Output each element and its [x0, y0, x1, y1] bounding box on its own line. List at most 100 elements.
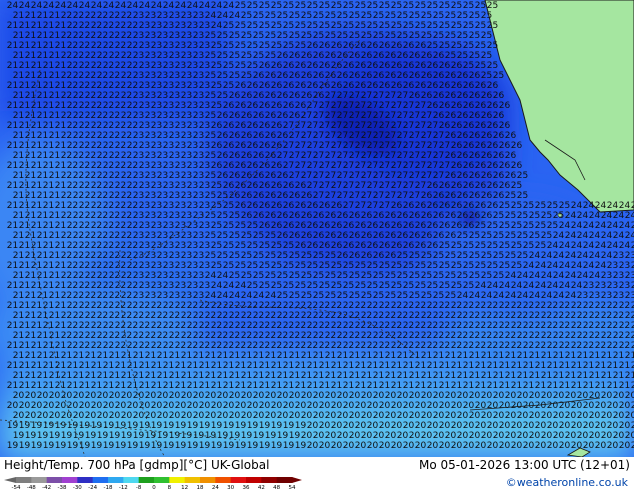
- contour-label: 23: [169, 231, 180, 241]
- contour-label: 23: [145, 231, 156, 241]
- contour-label: 23: [175, 141, 186, 151]
- contour-label: 26: [469, 131, 481, 141]
- contour-label: 21: [103, 381, 114, 391]
- contour-label: 25: [415, 21, 426, 31]
- contour-label: 26: [487, 161, 499, 171]
- contour-label: 26: [409, 71, 421, 81]
- contour-label: 25: [463, 261, 474, 271]
- contour-label: 21: [109, 351, 120, 361]
- contour-label: 20: [13, 391, 25, 401]
- contour-label: 21: [49, 111, 60, 121]
- contour-label: 26: [217, 151, 229, 161]
- contour-label: 21: [55, 41, 66, 51]
- contour-label: 20: [589, 431, 601, 441]
- contour-label: 23: [583, 281, 594, 291]
- contour-label: 26: [469, 171, 481, 181]
- contour-label: 20: [73, 391, 85, 401]
- contour-label: 25: [433, 271, 444, 281]
- contour-label: 22: [61, 211, 72, 221]
- contour-label: 21: [271, 381, 282, 391]
- contour-label: 27: [433, 131, 444, 141]
- contour-label: 25: [385, 11, 396, 21]
- contour-label: 20: [97, 391, 109, 401]
- contour-label: 21: [271, 361, 282, 371]
- contour-label: 26: [481, 91, 493, 101]
- contour-label: 22: [67, 301, 78, 311]
- contour-label: 21: [613, 351, 624, 361]
- contour-label: 22: [517, 311, 528, 321]
- contour-label: 25: [541, 211, 552, 221]
- contour-label: 23: [139, 141, 150, 151]
- contour-label: 24: [565, 231, 577, 241]
- contour-label: 22: [175, 341, 186, 351]
- contour-label: 21: [367, 381, 378, 391]
- scale-label: -24: [88, 485, 97, 489]
- contour-label: 27: [343, 201, 354, 211]
- contour-label: 22: [91, 61, 102, 71]
- contour-label: 20: [49, 411, 61, 421]
- scale-swatch: [154, 477, 170, 483]
- contour-label: 20: [343, 441, 355, 451]
- contour-label: 20: [451, 421, 463, 431]
- contour-label: 22: [97, 311, 108, 321]
- contour-label: 20: [433, 411, 445, 421]
- contour-label: 24: [253, 291, 265, 301]
- contour-label: 22: [403, 321, 414, 331]
- contour-label: 24: [529, 271, 541, 281]
- contour-label: 19: [187, 421, 199, 431]
- contour-label: 26: [349, 231, 361, 241]
- contour-label: 25: [223, 21, 234, 31]
- contour-label: 21: [19, 381, 30, 391]
- contour-label: 22: [115, 161, 126, 171]
- contour-label: 19: [247, 441, 259, 451]
- contour-label: 23: [139, 241, 150, 251]
- contour-label: 21: [55, 301, 66, 311]
- contour-label: 25: [229, 231, 240, 241]
- contour-label: 26: [271, 101, 283, 111]
- contour-label: 22: [115, 301, 126, 311]
- contour-label: 26: [355, 221, 367, 231]
- contour-label: 23: [169, 211, 180, 221]
- contour-label: 20: [355, 421, 367, 431]
- contour-label: 22: [103, 101, 114, 111]
- scale-arrow-right: [292, 477, 302, 483]
- contour-label: 22: [457, 311, 468, 321]
- contour-label: 22: [79, 261, 90, 271]
- contour-label: 21: [283, 381, 294, 391]
- contour-label: 19: [97, 431, 109, 441]
- contour-label: 22: [493, 311, 504, 321]
- contour-label: 25: [397, 11, 408, 21]
- contour-label: 27: [337, 111, 348, 121]
- contour-label: 24: [601, 231, 613, 241]
- contour-label: 25: [457, 271, 468, 281]
- contour-label: 23: [199, 41, 210, 51]
- contour-label: 25: [217, 211, 228, 221]
- contour-label: 27: [313, 171, 324, 181]
- contour-label: 22: [523, 301, 534, 311]
- contour-label: 20: [85, 411, 97, 421]
- contour-label: 26: [223, 181, 235, 191]
- contour-label: 22: [121, 331, 132, 341]
- contour-label: 23: [139, 161, 150, 171]
- contour-label: 24: [265, 291, 277, 301]
- contour-label: 22: [127, 321, 138, 331]
- contour-label: 27: [385, 91, 396, 101]
- contour-label: 24: [625, 231, 634, 241]
- contour-label: 26: [277, 171, 289, 181]
- contour-label: 26: [493, 131, 505, 141]
- contour-label: 26: [457, 71, 469, 81]
- credit-link[interactable]: ©weatheronline.co.uk: [506, 476, 628, 489]
- contour-label: 27: [367, 161, 378, 171]
- contour-label: 23: [151, 181, 162, 191]
- contour-label: 23: [145, 131, 156, 141]
- contour-label: 21: [577, 371, 588, 381]
- contour-label: 25: [499, 261, 510, 271]
- contour-label: 21: [589, 371, 600, 381]
- contour-label: 26: [415, 201, 427, 211]
- contour-label: 26: [433, 51, 445, 61]
- contour-label: 20: [343, 421, 355, 431]
- contour-label: 25: [469, 51, 480, 61]
- contour-label: 22: [109, 31, 120, 41]
- contour-label: 20: [499, 441, 511, 451]
- contour-label: 25: [259, 21, 270, 31]
